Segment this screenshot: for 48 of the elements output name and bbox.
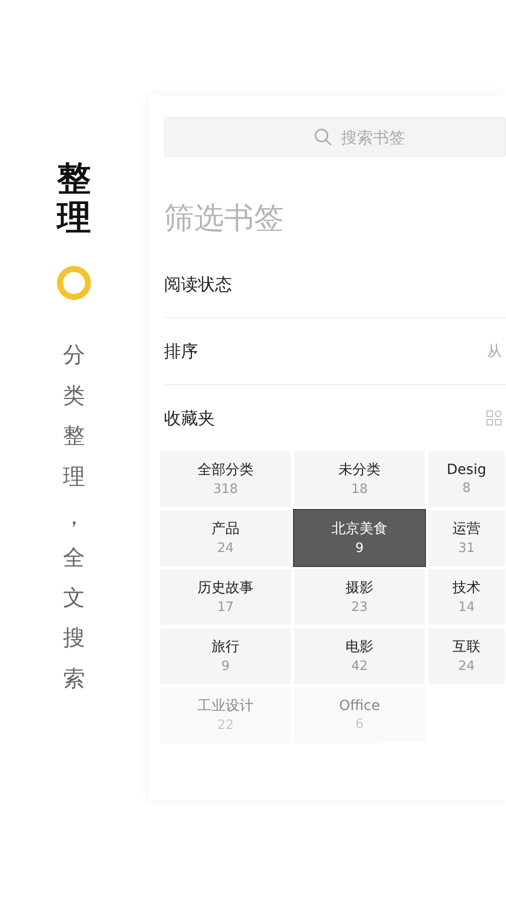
filter-label[interactable]: 阅读状态 xyxy=(164,272,232,296)
filter-label[interactable]: 排序 xyxy=(164,340,198,362)
folder-count: 8 xyxy=(462,481,471,496)
ring-icon xyxy=(57,266,91,300)
folder-count: 31 xyxy=(458,541,475,556)
folder-tile[interactable]: 旅行 9 xyxy=(160,628,291,684)
folder-name: 技术 xyxy=(452,579,480,597)
search-field[interactable]: 搜索书签 xyxy=(164,117,506,157)
folder-tile[interactable]: 未分类 18 xyxy=(294,451,425,507)
folder-name: 北京美食 xyxy=(332,520,388,538)
folder-count: 14 xyxy=(458,600,475,615)
folder-tile[interactable]: 技术 14 xyxy=(428,569,505,625)
folder-count: 24 xyxy=(458,659,475,674)
folder-name: 全部分类 xyxy=(198,461,254,479)
folder-tile[interactable]: 互联 24 xyxy=(428,628,505,684)
folder-tile[interactable]: 摄影 23 xyxy=(294,569,425,625)
filter-value: 从 xyxy=(487,342,502,360)
folder-name: 运营 xyxy=(452,520,480,538)
filter-label[interactable]: 收藏夹 xyxy=(164,406,215,430)
grid-icon[interactable] xyxy=(486,410,502,426)
folder-count: 42 xyxy=(351,659,368,674)
vertical-title: 整理 xyxy=(57,160,91,238)
folder-count: 24 xyxy=(217,541,234,556)
folder-tile[interactable]: 历史故事 17 xyxy=(160,569,291,625)
folder-name: 历史故事 xyxy=(198,579,254,597)
folder-tile[interactable]: 运营 31 xyxy=(428,510,505,566)
folder-name: Office xyxy=(339,698,380,714)
folder-name: 未分类 xyxy=(338,461,380,479)
folder-tile[interactable]: Desig 8 xyxy=(428,451,505,507)
folder-name: 旅行 xyxy=(212,638,240,656)
folder-count: 17 xyxy=(217,600,234,615)
folder-count: 9 xyxy=(355,541,364,556)
folder-name: Desig xyxy=(446,462,486,478)
folder-tile[interactable]: 电影 42 xyxy=(294,628,425,684)
vertical-subtitle: 分类整理，全文搜索 xyxy=(63,342,85,694)
folder-count: 9 xyxy=(221,659,230,674)
folder-count: 18 xyxy=(351,482,368,497)
folder-name: 产品 xyxy=(212,520,240,538)
folder-name: 互联 xyxy=(452,638,480,656)
folder-count: 23 xyxy=(351,600,368,615)
folder-tile[interactable]: 产品 24 xyxy=(160,510,291,566)
folder-tile[interactable]: 北京美食 9 xyxy=(294,510,425,566)
folder-count: 318 xyxy=(213,482,238,497)
page-heading: 筛选书签 xyxy=(164,200,285,238)
folder-name: 工业设计 xyxy=(198,697,254,715)
folder-name: 摄影 xyxy=(346,579,374,597)
folder-name: 电影 xyxy=(346,638,374,656)
folder-tile[interactable]: 全部分类 318 xyxy=(160,451,291,507)
